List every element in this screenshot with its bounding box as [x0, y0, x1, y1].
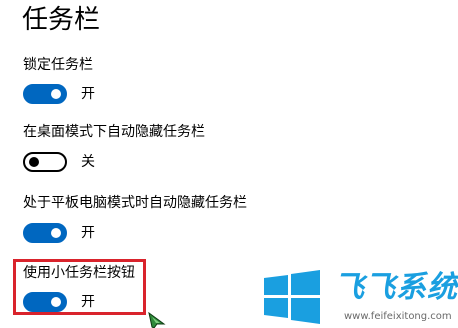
auto-hide-desktop-toggle[interactable] [23, 152, 67, 172]
toggle-knob [51, 89, 61, 99]
mouse-cursor-icon [148, 312, 166, 328]
brand-name: 飞飞系统 [334, 270, 458, 305]
lock-taskbar-toggle[interactable] [23, 84, 67, 104]
windows-logo-icon [264, 270, 320, 324]
auto-hide-desktop-state: 关 [81, 154, 95, 170]
watermark: 飞飞系统 www.feifeixitong.com [262, 270, 458, 328]
brand-url: www.feifeixitong.com [344, 311, 452, 322]
lock-taskbar-label: 锁定任务栏 [23, 57, 93, 73]
toggle-knob [51, 228, 61, 238]
highlight-box [13, 259, 146, 315]
auto-hide-tablet-row: 开 [23, 223, 95, 243]
page-title: 任务栏 [22, 5, 101, 35]
auto-hide-tablet-state: 开 [81, 225, 95, 241]
lock-taskbar-row: 开 [23, 84, 95, 104]
auto-hide-tablet-label: 处于平板电脑模式时自动隐藏任务栏 [23, 195, 247, 211]
toggle-knob [29, 157, 39, 167]
auto-hide-tablet-toggle[interactable] [23, 223, 67, 243]
lock-taskbar-state: 开 [81, 86, 95, 102]
auto-hide-desktop-label: 在桌面模式下自动隐藏任务栏 [23, 124, 205, 140]
taskbar-settings-page: 任务栏 锁定任务栏 开 在桌面模式下自动隐藏任务栏 关 处于平板电脑模式时自动隐… [0, 0, 458, 328]
auto-hide-desktop-row: 关 [23, 152, 95, 172]
